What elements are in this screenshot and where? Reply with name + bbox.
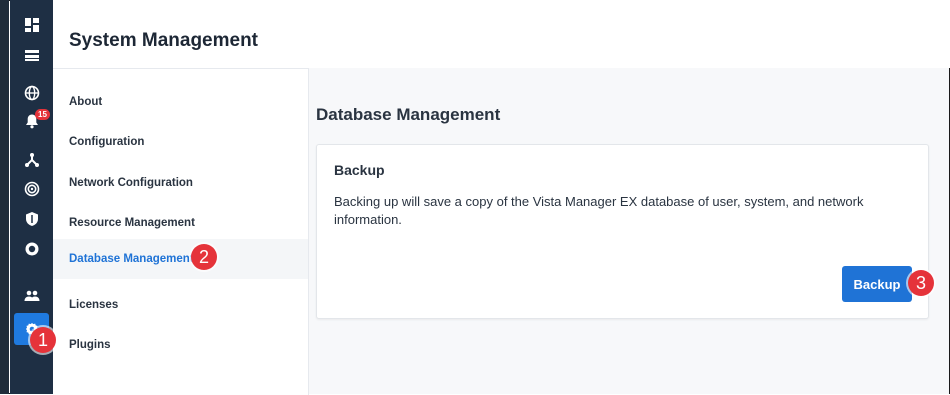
callout-marker: 1 [30, 327, 56, 353]
menu-item-database-management[interactable]: Database Management [53, 239, 308, 279]
menu-item-label: Resource Management [69, 217, 195, 229]
page-title: System Management [69, 30, 259, 51]
menu-item-label: Configuration [69, 136, 145, 148]
target-icon[interactable] [10, 174, 53, 204]
menu-item-label: Database Management [69, 253, 194, 265]
shield-icon[interactable] [10, 204, 53, 234]
topology-icon[interactable] [10, 145, 53, 175]
menu-item-configuration[interactable]: Configuration [53, 122, 308, 162]
card-title: Backup [334, 162, 385, 178]
globe-icon[interactable] [10, 78, 53, 108]
section-title: Database Management [316, 105, 501, 124]
page-header: System Management [53, 0, 950, 68]
menu-item-plugins[interactable]: Plugins [53, 325, 308, 365]
backup-card: Backup Backing up will save a copy of th… [316, 144, 929, 319]
main-content: Database Management Backup Backing up wi… [309, 68, 949, 394]
cloud-icon[interactable] [10, 234, 53, 264]
backup-button[interactable]: Backup [842, 266, 912, 302]
users-icon[interactable] [10, 281, 53, 311]
bell-icon[interactable]: 15 [10, 106, 53, 136]
menu-item-label: Plugins [69, 339, 111, 351]
notification-badge: 15 [35, 109, 50, 120]
callout-marker: 2 [191, 244, 217, 270]
menu-item-licenses[interactable]: Licenses [53, 285, 308, 325]
callout-marker: 3 [908, 270, 934, 296]
left-edge [0, 0, 9, 394]
settings-menu: About Configuration Network Configuratio… [53, 68, 309, 395]
list-icon[interactable] [10, 40, 53, 70]
menu-item-about[interactable]: About [53, 82, 308, 122]
menu-item-label: Network Configuration [69, 177, 193, 189]
card-description: Backing up will save a copy of the Vista… [334, 194, 864, 227]
dashboard-icon[interactable] [10, 10, 53, 40]
menu-item-label: About [69, 96, 103, 108]
menu-item-resource-management[interactable]: Resource Management [53, 203, 308, 243]
menu-item-network-configuration[interactable]: Network Configuration [53, 163, 308, 203]
menu-item-label: Licenses [69, 299, 119, 311]
